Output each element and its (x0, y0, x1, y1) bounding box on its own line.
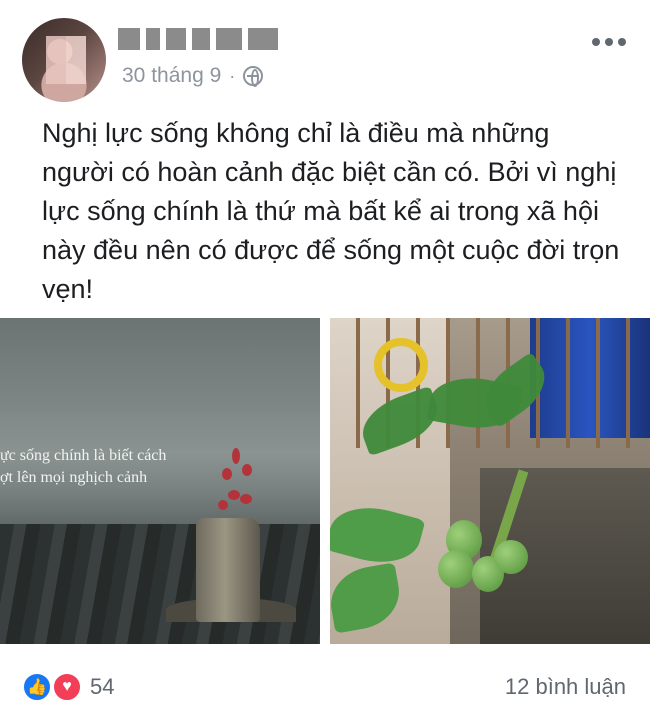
globe-icon[interactable] (243, 66, 264, 87)
post-image-right[interactable] (330, 318, 650, 644)
image-caption: ực sống chính là biết cách ợt lên mọi ng… (0, 447, 167, 486)
love-icon: ♥ (52, 672, 82, 701)
red-sprout (214, 438, 258, 528)
more-options-icon[interactable] (592, 38, 626, 46)
post-meta: 30 tháng 9 · (122, 64, 264, 88)
post-text: Nghị lực sống không chỉ là điều mà những… (42, 118, 620, 304)
author-name-blurred[interactable] (118, 26, 288, 52)
tree-stump (196, 518, 260, 622)
comment-count[interactable]: 12 bình luận (505, 674, 626, 700)
post-date[interactable]: 30 tháng 9 (122, 64, 221, 88)
post-image-left[interactable]: ực sống chính là biết cách ợt lên mọi ng… (0, 318, 320, 644)
avatar[interactable] (22, 18, 106, 102)
meta-separator: · (229, 65, 236, 86)
reaction-count: 54 (90, 674, 115, 699)
like-icon: 👍 (22, 672, 52, 701)
avatar-pixelation (46, 36, 86, 84)
reaction-summary[interactable]: 👍 ♥ 54 (22, 672, 114, 701)
